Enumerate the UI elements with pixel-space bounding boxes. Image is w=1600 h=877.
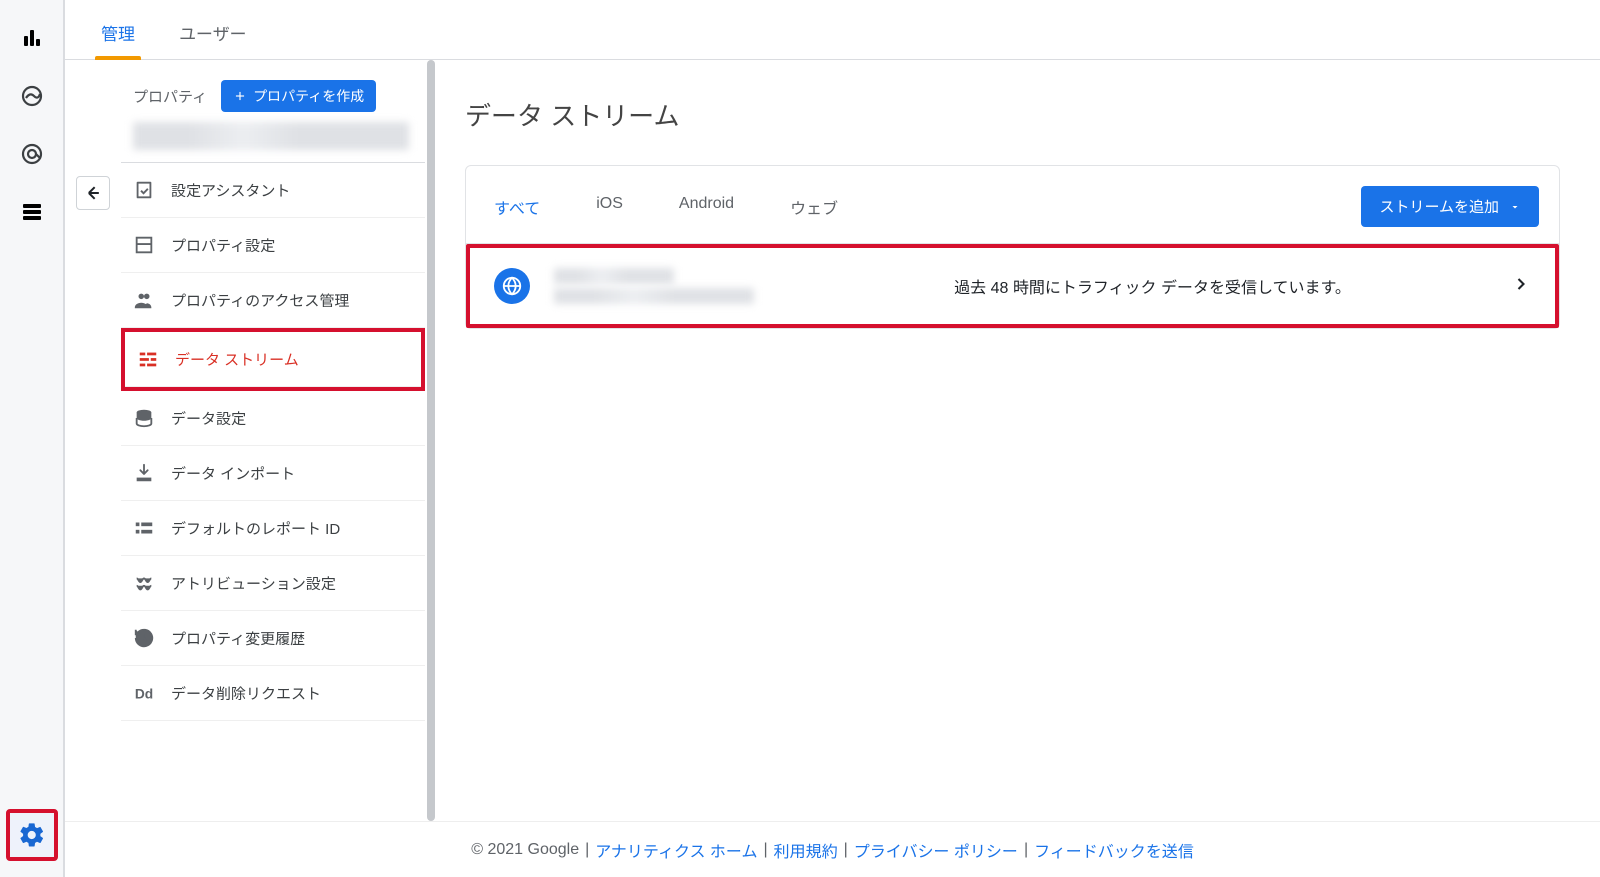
create-property-button[interactable]: プロパティを作成 [221, 80, 376, 112]
nav-setup-assistant[interactable]: 設定アシスタント [121, 163, 425, 218]
nav-label: データ削除リクエスト [171, 683, 321, 704]
stream-row-highlight: 過去 48 時間にトラフィック データを受信しています。 [466, 244, 1559, 328]
nav-label: アトリビューション設定 [171, 573, 336, 594]
tab-user[interactable]: ユーザー [179, 20, 247, 59]
nav-label: データ インポート [171, 463, 295, 484]
footer-link-terms[interactable]: 利用規約 [774, 838, 838, 862]
globe-icon [494, 268, 530, 304]
left-rail [0, 0, 64, 877]
stream-name-redacted [554, 264, 794, 308]
nav-label: 設定アシスタント [171, 180, 290, 201]
nav-data-streams[interactable]: データ ストリーム [125, 332, 421, 387]
streams-card: すべて iOS Android ウェブ ストリームを追加 [465, 165, 1560, 329]
nav-label: データ設定 [171, 408, 246, 429]
nav-scrollbar[interactable] [427, 60, 435, 821]
svg-text:Dd: Dd [135, 687, 153, 702]
gear-icon[interactable] [18, 821, 46, 849]
stream-row[interactable]: 過去 48 時間にトラフィック データを受信しています。 [470, 248, 1555, 324]
footer-copyright: © 2021 Google [471, 841, 579, 859]
nav-report-id[interactable]: デフォルトのレポート ID [121, 501, 425, 556]
nav-label: プロパティ設定 [171, 235, 275, 256]
nav-access-management[interactable]: プロパティのアクセス管理 [121, 273, 425, 328]
property-name-redacted [133, 122, 409, 150]
configure-icon[interactable] [18, 198, 46, 226]
create-property-label: プロパティを作成 [253, 86, 364, 106]
stream-status: 過去 48 時間にトラフィック データを受信しています。 [818, 274, 1487, 298]
content-area: データ ストリーム すべて iOS Android ウェブ ストリームを追加 [425, 60, 1600, 821]
filter-web[interactable]: ウェブ [790, 195, 838, 219]
back-button[interactable] [76, 176, 110, 210]
nav-label: プロパティ変更履歴 [171, 628, 305, 649]
filter-all[interactable]: すべて [494, 195, 540, 219]
footer-link-privacy[interactable]: プライバシー ポリシー [854, 838, 1018, 862]
filter-android[interactable]: Android [679, 195, 734, 219]
back-strip [65, 60, 121, 821]
advertising-icon[interactable] [18, 140, 46, 168]
reports-icon[interactable] [18, 24, 46, 52]
chevron-right-icon [1511, 274, 1531, 299]
explore-icon[interactable] [18, 82, 46, 110]
footer: © 2021 Google | アナリティクス ホーム | 利用規約 | プライ… [65, 821, 1600, 877]
nav-label: データ ストリーム [175, 349, 299, 370]
nav-attribution[interactable]: アトリビューション設定 [121, 556, 425, 611]
nav-data-settings[interactable]: データ設定 [121, 391, 425, 446]
nav-data-import[interactable]: データ インポート [121, 446, 425, 501]
nav-data-streams-highlight: データ ストリーム [121, 328, 425, 391]
top-tabs: 管理 ユーザー [65, 0, 1600, 60]
nav-label: プロパティのアクセス管理 [171, 290, 349, 311]
property-nav: 設定アシスタント プロパティ設定 プロパティのアクセス管理 データ ストリーム [121, 162, 425, 721]
property-label: プロパティ [133, 86, 207, 107]
property-column: プロパティ プロパティを作成 設定アシスタント プロパティ設定 [121, 60, 425, 821]
footer-link-feedback[interactable]: フィードバックを送信 [1034, 838, 1194, 862]
nav-delete-request[interactable]: Dd データ削除リクエスト [121, 666, 425, 721]
add-stream-label: ストリームを追加 [1379, 196, 1499, 217]
filter-ios[interactable]: iOS [596, 195, 623, 219]
main-area: 管理 ユーザー プロパティ プロパティを作成 [64, 0, 1600, 877]
nav-change-history[interactable]: プロパティ変更履歴 [121, 611, 425, 666]
admin-gear-highlight [6, 809, 58, 861]
page-title: データ ストリーム [465, 96, 1560, 133]
nav-label: デフォルトのレポート ID [171, 518, 340, 539]
nav-property-settings[interactable]: プロパティ設定 [121, 218, 425, 273]
tab-admin[interactable]: 管理 [101, 20, 135, 59]
footer-link-home[interactable]: アナリティクス ホーム [595, 838, 757, 862]
streams-card-header: すべて iOS Android ウェブ ストリームを追加 [466, 166, 1559, 244]
add-stream-button[interactable]: ストリームを追加 [1361, 186, 1539, 227]
